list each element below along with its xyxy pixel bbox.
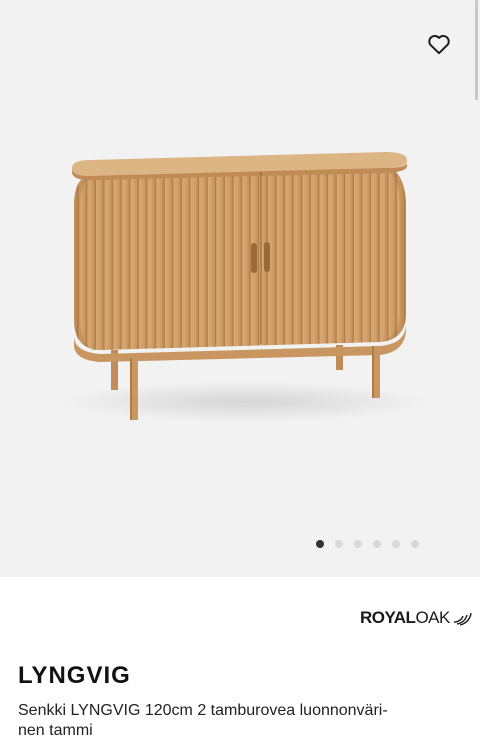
brand-logo[interactable]: ROYAL OAK	[360, 608, 473, 628]
product-description-line2: nen tammi	[18, 722, 93, 739]
image-pagination-dots	[316, 540, 419, 548]
pagination-dot[interactable]	[392, 540, 400, 548]
product-title: LYNGVIG	[18, 662, 131, 689]
pagination-dot[interactable]	[354, 540, 362, 548]
favorite-heart-icon[interactable]	[426, 31, 452, 57]
product-description: Senkki LYNGVIG 120cm 2 tamburovea luonno…	[18, 701, 468, 741]
product-image	[60, 152, 430, 422]
brand-logo-royal: ROYAL	[360, 608, 416, 627]
product-image-gallery[interactable]	[0, 0, 480, 577]
brand-logo-oak: OAK	[415, 608, 450, 627]
brand-arc-icon	[453, 612, 472, 626]
pagination-dot[interactable]	[335, 540, 343, 548]
pagination-dot[interactable]	[316, 540, 324, 548]
pagination-dot[interactable]	[411, 540, 419, 548]
pagination-dot[interactable]	[373, 540, 381, 548]
product-description-line1: Senkki LYNGVIG 120cm 2 tamburovea luonno…	[18, 702, 388, 719]
